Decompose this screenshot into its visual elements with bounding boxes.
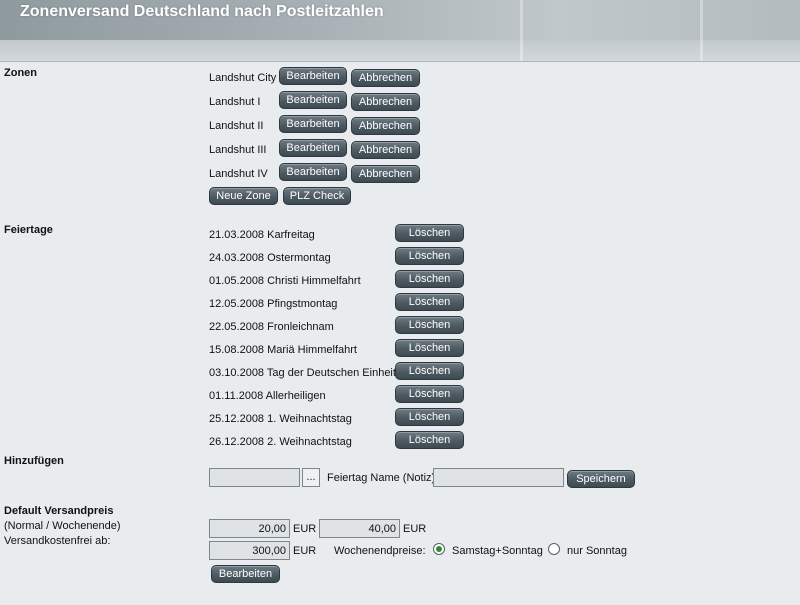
zone-edit-button[interactable]: Bearbeiten (279, 163, 347, 181)
holiday-label: 01.05.2008 Christi Himmelfahrt (209, 275, 361, 287)
holiday-label: 21.03.2008 Karfreitag (209, 229, 315, 241)
holiday-delete-button[interactable]: Löschen (395, 385, 464, 403)
zone-cancel-button[interactable]: Abbrechen (351, 141, 420, 159)
holiday-label: 12.05.2008 Pfingstmontag (209, 298, 338, 310)
holiday-label: 03.10.2008 Tag der Deutschen Einheit (209, 367, 396, 379)
zone-cancel-button[interactable]: Abbrechen (351, 69, 420, 87)
holiday-name-label: Feiertag Name (Notiz): (327, 472, 439, 484)
page-header: Zonenversand Deutschland nach Postleitza… (0, 0, 800, 62)
edit-price-button[interactable]: Bearbeiten (211, 565, 280, 583)
radio-sun-only-label: nur Sonntag (567, 545, 627, 557)
holiday-label: 15.08.2008 Mariä Himmelfahrt (209, 344, 357, 356)
save-holiday-button[interactable]: Speichern (567, 470, 635, 488)
holiday-label: 01.11.2008 Allerheiligen (209, 390, 326, 402)
holiday-delete-button[interactable]: Löschen (395, 247, 464, 265)
holiday-label: 22.05.2008 Fronleichnam (209, 321, 334, 333)
radio-sat-sun[interactable] (433, 543, 445, 555)
add-section-label: Hinzufügen (4, 455, 64, 467)
zone-edit-button[interactable]: Bearbeiten (279, 139, 347, 157)
plz-check-button[interactable]: PLZ Check (283, 187, 351, 205)
holiday-label: 24.03.2008 Ostermontag (209, 252, 331, 264)
new-zone-button[interactable]: Neue Zone (209, 187, 278, 205)
holiday-delete-button[interactable]: Löschen (395, 293, 464, 311)
zone-cancel-button[interactable]: Abbrechen (351, 117, 420, 135)
zone-edit-button[interactable]: Bearbeiten (279, 67, 347, 85)
zone-name: Landshut City (209, 72, 277, 84)
date-picker-button[interactable]: ... (302, 468, 320, 487)
radio-sun-only[interactable] (548, 543, 560, 555)
holiday-name-input[interactable] (433, 468, 564, 487)
zone-cancel-button[interactable]: Abbrechen (351, 165, 420, 183)
holiday-delete-button[interactable]: Löschen (395, 270, 464, 288)
currency-label: EUR (403, 523, 427, 535)
currency-label: EUR (293, 545, 317, 557)
normal-price-input[interactable] (209, 519, 290, 538)
zone-name: Landshut III (209, 144, 267, 156)
feiertage-section-label: Feiertage (4, 224, 53, 236)
default-price-section-label: Default Versandpreis (4, 505, 114, 517)
holiday-delete-button[interactable]: Löschen (395, 362, 464, 380)
holiday-label: 25.12.2008 1. Weihnachtstag (209, 413, 352, 425)
zone-edit-button[interactable]: Bearbeiten (279, 91, 347, 109)
holiday-label: 26.12.2008 2. Weihnachtstag (209, 436, 352, 448)
holiday-delete-button[interactable]: Löschen (395, 431, 464, 449)
holiday-date-input[interactable] (209, 468, 300, 487)
holiday-delete-button[interactable]: Löschen (395, 408, 464, 426)
zone-edit-button[interactable]: Bearbeiten (279, 115, 347, 133)
zone-cancel-button[interactable]: Abbrechen (351, 93, 420, 111)
zone-name: Landshut II (209, 120, 264, 132)
currency-label: EUR (293, 523, 317, 535)
zone-name: Landshut IV (209, 168, 268, 180)
header-decoration (520, 0, 523, 61)
header-decoration (700, 0, 703, 61)
weekend-price-input[interactable] (319, 519, 400, 538)
free-shipping-label: Versandkostenfrei ab: (4, 535, 111, 547)
holiday-delete-button[interactable]: Löschen (395, 224, 464, 242)
normal-weekend-label: (Normal / Wochenende) (4, 520, 121, 532)
zone-name: Landshut I (209, 96, 261, 108)
page-title: Zonenversand Deutschland nach Postleitza… (20, 3, 384, 20)
free-shipping-input[interactable] (209, 541, 290, 560)
holiday-delete-button[interactable]: Löschen (395, 339, 464, 357)
radio-sat-sun-label: Samstag+Sonntag (452, 545, 543, 557)
weekend-prices-label: Wochenendpreise: (334, 545, 426, 557)
zonen-section-label: Zonen (4, 67, 37, 79)
holiday-delete-button[interactable]: Löschen (395, 316, 464, 334)
